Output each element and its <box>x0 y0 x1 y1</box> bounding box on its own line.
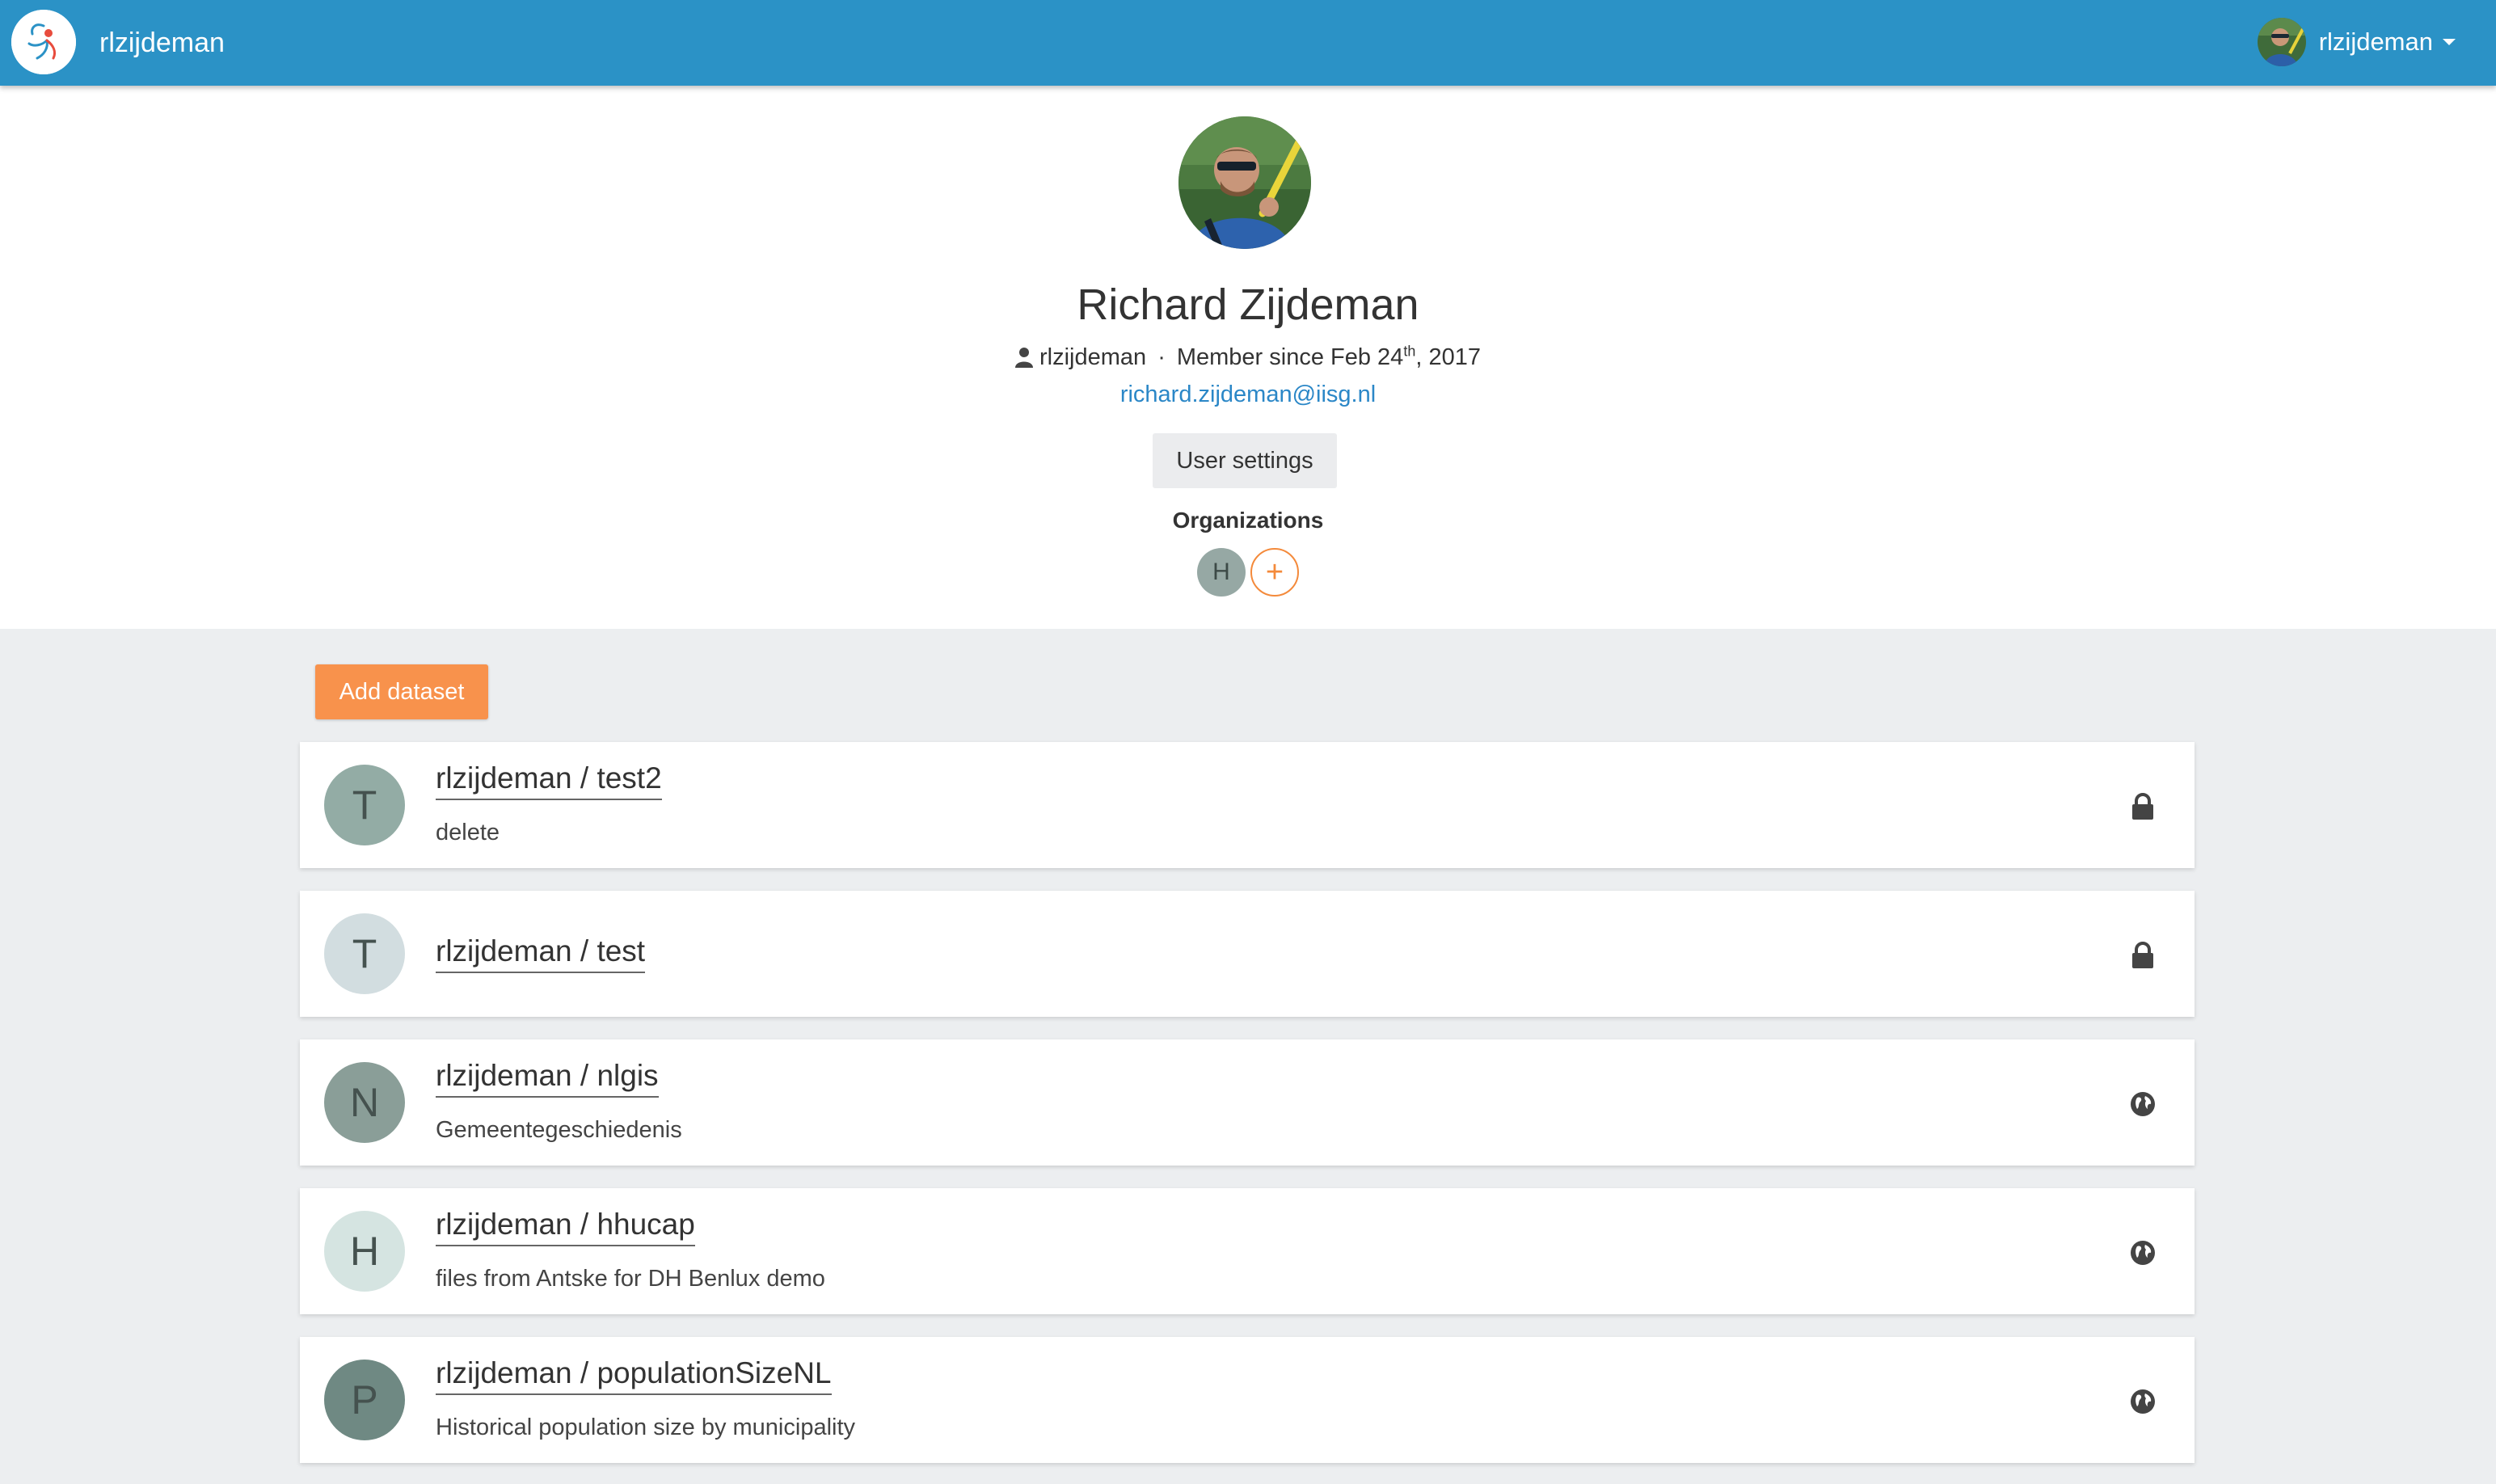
globe-icon <box>2130 1238 2156 1267</box>
dataset-card[interactable]: Hrlzijdeman / hhucap files from Antske fo… <box>300 1188 2195 1314</box>
dataset-description: Gemeentegeschiedenis <box>436 1117 682 1143</box>
profile-avatar <box>1178 116 1311 249</box>
top-navbar: rlzijdeman rlzijdeman <box>0 0 2496 86</box>
dataset-avatar: T <box>324 765 405 845</box>
member-since-date: Member since Feb 24 <box>1176 344 1404 370</box>
member-since-year: , 2017 <box>1415 344 1481 370</box>
globe-icon <box>2130 1090 2156 1119</box>
brand-name[interactable]: rlzijdeman <box>99 26 225 60</box>
dataset-title-link[interactable]: rlzijdeman / nlgis <box>436 1057 659 1098</box>
dataset-avatar: T <box>324 913 405 994</box>
organization-badge[interactable]: H <box>1197 548 1246 597</box>
user-avatar <box>2257 18 2306 66</box>
user-menu-dropdown[interactable]: rlzijdeman <box>2257 16 2456 68</box>
organization-list: H + <box>0 548 2496 597</box>
profile-header: Richard Zijdeman rlzijdeman · Member sin… <box>0 86 2496 629</box>
add-dataset-button[interactable]: Add dataset <box>315 664 488 719</box>
add-organization-button[interactable]: + <box>1250 548 1299 597</box>
dataset-title-link[interactable]: rlzijdeman / test2 <box>436 760 662 800</box>
dataset-title-link[interactable]: rlzijdeman / hhucap <box>436 1206 695 1246</box>
dataset-card[interactable]: Nrlzijdeman / nlgis Gemeentegeschiedenis <box>300 1039 2195 1166</box>
meta-separator: · <box>1157 344 1166 370</box>
lock-icon <box>2130 941 2156 970</box>
dataset-description: delete <box>436 820 500 845</box>
profile-email-link[interactable]: richard.zijdeman@iisg.nl <box>0 378 2496 411</box>
dataset-avatar: P <box>324 1360 405 1440</box>
dataset-description: Historical population size by municipali… <box>436 1414 856 1440</box>
organizations-heading: Organizations <box>1172 508 1324 533</box>
user-icon <box>1015 347 1034 368</box>
dataset-card[interactable]: Trlzijdeman / test <box>300 891 2195 1017</box>
lock-icon <box>2130 792 2156 821</box>
user-settings-button[interactable]: User settings <box>1153 433 1337 488</box>
member-since: Member since Feb 24th, 2017 <box>1177 341 1481 373</box>
dataset-card[interactable]: Trlzijdeman / test2 delete <box>300 742 2195 868</box>
dataset-title-link[interactable]: rlzijdeman / populationSizeNL <box>436 1355 832 1395</box>
globe-icon <box>2130 1387 2156 1416</box>
profile-username: rlzijdeman <box>1039 344 1147 370</box>
profile-meta: rlzijdeman · Member since Feb 24th, 2017 <box>0 341 2496 373</box>
chevron-down-icon <box>2443 39 2456 45</box>
dataset-description: files from Antske for DH Benlux demo <box>436 1266 825 1292</box>
dataset-avatar: H <box>324 1211 405 1292</box>
profile-full-name: Richard Zijdeman <box>1077 280 1419 329</box>
app-logo-icon[interactable] <box>11 10 76 74</box>
user-menu-name: rlzijdeman <box>2318 27 2433 56</box>
member-since-ordinal: th <box>1403 343 1416 360</box>
dataset-avatar: N <box>324 1062 405 1143</box>
dataset-title-link[interactable]: rlzijdeman / test <box>436 933 646 973</box>
dataset-card[interactable]: Prlzijdeman / populationSizeNL Historical… <box>300 1337 2195 1463</box>
